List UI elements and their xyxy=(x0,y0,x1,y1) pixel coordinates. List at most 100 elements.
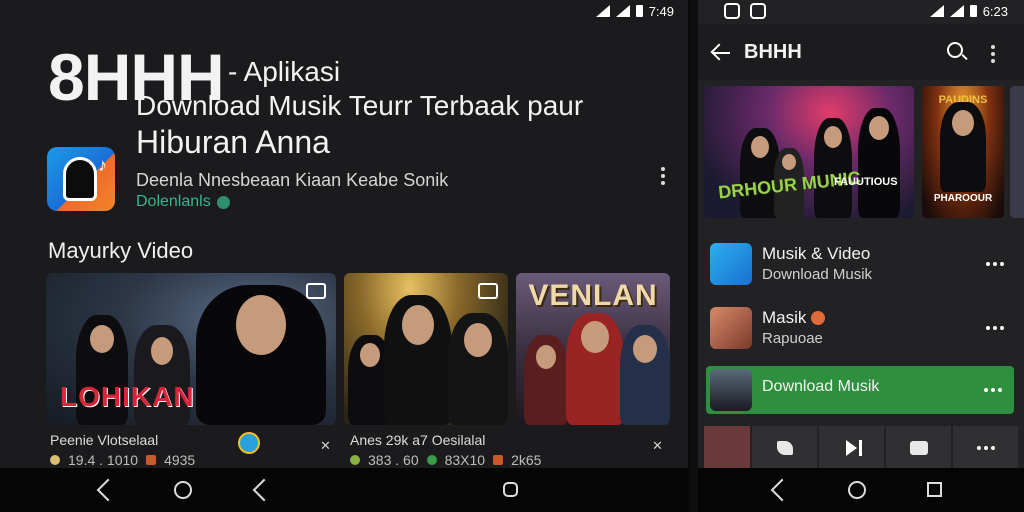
app-bar-title: BHHH xyxy=(744,41,802,63)
close-icon[interactable]: ✕ xyxy=(652,438,663,454)
signal-icon xyxy=(615,5,630,17)
battery-icon xyxy=(635,5,643,17)
now-playing-thumbnail[interactable] xyxy=(704,426,750,470)
likes-icon xyxy=(146,455,157,465)
comments-icon xyxy=(493,455,504,465)
person-figure xyxy=(448,313,508,425)
video-comments: 2k65 xyxy=(511,452,542,468)
close-overlay-icon[interactable] xyxy=(478,283,498,299)
page-subtitle-line2: Hiburan Anna xyxy=(136,124,330,160)
list-item-title: Download Musik xyxy=(762,378,880,395)
player-more-button[interactable] xyxy=(953,426,1018,470)
list-item-subtitle: Download Musik xyxy=(762,266,873,283)
video-views: 19.4 . 1010 xyxy=(68,452,139,468)
video-card[interactable] xyxy=(344,273,508,425)
close-icon[interactable]: ✕ xyxy=(320,438,331,454)
video-meta: 383 . 60 83X10 2k65 xyxy=(350,452,541,468)
status-bar: 6:23 xyxy=(929,0,1008,22)
cast-icon[interactable] xyxy=(306,283,326,299)
list-item[interactable]: Musik & Video Download Musik xyxy=(698,236,1024,294)
likes-icon xyxy=(426,455,437,465)
back-nav-icon[interactable] xyxy=(770,478,794,502)
recents-nav-icon[interactable] xyxy=(927,482,942,497)
featured-banner[interactable]: DRHOUR MUNIC FAUUTIOUS xyxy=(704,86,914,218)
comment-icon xyxy=(909,441,928,455)
video-title[interactable]: Anes 29k a7 Oesilalal xyxy=(350,432,485,448)
person-figure xyxy=(620,325,670,425)
views-icon xyxy=(50,455,60,465)
app-bar: BHHH xyxy=(698,24,1024,80)
wifi-icon xyxy=(595,5,610,17)
battery-icon xyxy=(969,5,977,17)
wifi-icon xyxy=(929,5,944,17)
list-item-title: Musik & Video xyxy=(762,244,871,263)
shuffle-icon xyxy=(776,441,793,455)
more-horizontal-icon xyxy=(976,446,995,450)
app-icon[interactable]: ♪ xyxy=(47,147,115,211)
nav-bar xyxy=(698,468,1024,512)
video-title[interactable]: Peenie Vlotselaal xyxy=(50,432,158,448)
banner-caption: PHAROOUR xyxy=(933,193,993,204)
video-card[interactable]: LOHIKAN xyxy=(46,273,336,425)
assistant-nav-icon[interactable] xyxy=(503,482,518,497)
signal-icon xyxy=(949,5,964,17)
banner-caption: FAUUTIOUS xyxy=(834,176,898,188)
home-nav-icon[interactable] xyxy=(848,481,866,499)
views-icon xyxy=(350,455,360,465)
verified-icon xyxy=(216,195,230,209)
status-time: 6:23 xyxy=(982,3,1008,19)
page-subtitle-line1: Download Musik Teurr Terbaak paur xyxy=(136,90,584,121)
search-icon[interactable] xyxy=(947,42,963,58)
app-description: Deenla Nnesbeaan Kiaan Keabe Sonik xyxy=(136,170,449,190)
person-figure xyxy=(196,285,326,425)
comment-button[interactable] xyxy=(886,426,951,470)
status-bar: 7:49 xyxy=(595,0,674,22)
more-options-icon[interactable] xyxy=(991,45,995,63)
video-card[interactable]: VENLAN xyxy=(516,273,670,425)
list-item-title: Masik xyxy=(762,308,826,328)
person-figure xyxy=(858,108,900,218)
play-pause-icon xyxy=(846,440,862,456)
person-figure xyxy=(940,102,986,192)
status-notifications xyxy=(724,3,766,19)
featured-banner[interactable]: PAUDINS PHAROOUR xyxy=(922,86,1004,218)
right-phone-screen: 6:23 BHHH DRHOUR MUNIC FAUUTIOUS PAUDINS… xyxy=(698,0,1024,512)
more-horizontal-icon[interactable] xyxy=(986,262,1004,266)
recents-nav-icon[interactable] xyxy=(252,478,276,502)
featured-banner[interactable] xyxy=(1010,86,1024,218)
person-figure xyxy=(384,295,452,425)
music-note-icon: ♪ xyxy=(98,155,107,175)
more-horizontal-icon[interactable] xyxy=(986,326,1004,330)
video-logo: VENLAN xyxy=(528,279,658,312)
list-item-subtitle: Rapuoae xyxy=(762,330,823,347)
shuffle-button[interactable] xyxy=(752,426,817,470)
section-title: Mayurky Video xyxy=(48,238,194,263)
music-app-icon xyxy=(710,243,752,285)
developer-name: Dolenlanls xyxy=(136,193,211,210)
album-thumbnail xyxy=(710,307,752,349)
video-logo: LOHIKAN xyxy=(60,381,195,412)
video-meta: 19.4 . 1010 4935 xyxy=(50,452,195,468)
nav-bar xyxy=(0,468,688,512)
person-figure xyxy=(566,313,624,425)
page-title-suffix: - Aplikasi xyxy=(228,56,341,87)
notification-icon xyxy=(724,3,740,19)
mini-player xyxy=(704,426,1018,470)
back-arrow-icon[interactable] xyxy=(710,42,732,64)
play-pause-button[interactable] xyxy=(819,426,884,470)
headphone-figure-icon xyxy=(63,157,97,201)
status-time: 7:49 xyxy=(648,3,674,19)
badge-icon xyxy=(811,311,826,325)
back-nav-icon[interactable] xyxy=(96,478,120,502)
home-nav-icon[interactable] xyxy=(174,481,192,499)
app-developer[interactable]: Dolenlanls xyxy=(136,193,230,211)
person-figure xyxy=(524,335,568,425)
more-options-icon[interactable] xyxy=(661,167,665,185)
notification-icon xyxy=(750,3,766,19)
list-item-selected[interactable]: Download Musik xyxy=(706,366,1014,414)
video-likes: 4935 xyxy=(164,452,196,468)
list-item[interactable]: Masik Rapuoae xyxy=(698,300,1024,358)
left-phone-screen: 7:49 8HHH - Aplikasi Download Musik Teur… xyxy=(0,0,690,512)
channel-avatar-icon[interactable] xyxy=(238,432,260,454)
more-horizontal-icon[interactable] xyxy=(984,388,1002,392)
